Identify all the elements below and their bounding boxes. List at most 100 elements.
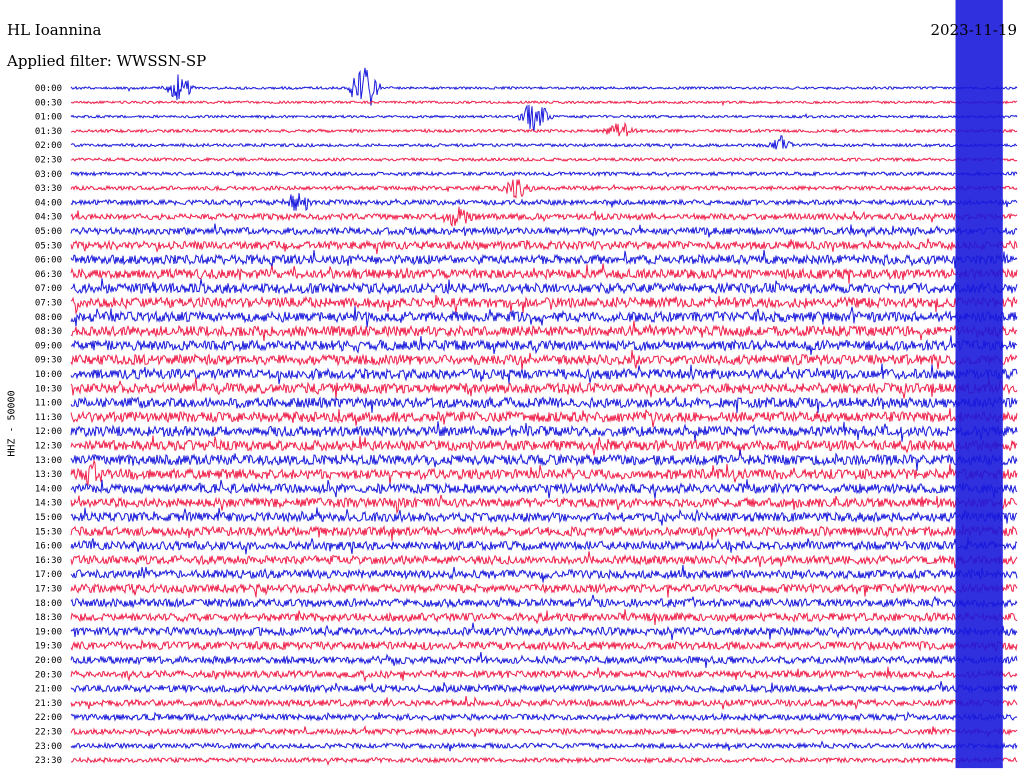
trace-row (70, 278, 1018, 295)
row-time-label: 20:00 (35, 656, 62, 666)
row-time-label: 19:00 (35, 627, 62, 637)
row-time-label: 03:00 (35, 170, 62, 180)
trace-row (70, 67, 1018, 106)
trace-row (70, 249, 1018, 269)
trace-row (70, 135, 1018, 150)
trace-row (70, 295, 1018, 315)
row-time-label: 08:00 (35, 313, 62, 323)
row-time-label: 10:00 (35, 370, 62, 380)
trace-row (70, 363, 1018, 385)
trace-row (70, 524, 1018, 541)
trace-row (70, 377, 1018, 400)
trace-row (70, 193, 1018, 211)
row-time-label: 22:30 (35, 728, 62, 738)
row-time-label: 17:00 (35, 570, 62, 580)
trace-row (70, 622, 1018, 641)
helicorder-page: 00:00 00:30 01:00 01:30 02:00 02:30 03:00 03:30… (0, 0, 1024, 780)
trace-row (70, 711, 1018, 722)
trace-row (70, 564, 1018, 583)
row-time-label: 06:00 (35, 256, 62, 266)
trace-row (70, 638, 1018, 652)
trace-row (70, 350, 1018, 371)
row-time-label: 18:30 (35, 613, 62, 623)
row-time-label: 18:00 (35, 599, 62, 609)
row-time-label: 00:30 (35, 98, 62, 108)
trace-row (70, 263, 1018, 284)
row-time-label: 05:00 (35, 227, 62, 237)
trace-row (70, 156, 1018, 163)
row-time-label: 14:00 (35, 484, 62, 494)
row-time-label: 23:30 (35, 756, 62, 766)
trace-row (70, 206, 1018, 227)
row-time-label: 19:30 (35, 642, 62, 652)
filter-label: Applied filter: WWSSN-SP (7, 52, 207, 70)
row-time-label: 04:30 (35, 213, 62, 223)
trace-row (70, 651, 1018, 668)
row-time-label: 07:00 (35, 284, 62, 294)
trace-row (70, 507, 1018, 526)
trace-row (70, 494, 1018, 515)
row-time-label: 13:30 (35, 470, 62, 480)
row-time-label: 17:30 (35, 585, 62, 595)
row-time-label: 15:00 (35, 513, 62, 523)
row-time-label: 02:30 (35, 156, 62, 166)
trace-row (71, 335, 1018, 356)
row-time-label: 09:00 (35, 341, 62, 351)
trace-row (70, 306, 1018, 328)
row-time-label: 23:00 (35, 742, 62, 752)
row-time-label: 20:30 (35, 670, 62, 680)
row-time-label: 03:30 (35, 184, 62, 194)
row-time-label: 11:30 (35, 413, 62, 423)
trace-row (70, 238, 1018, 255)
trace-row (70, 421, 1018, 442)
row-time-label: 09:30 (35, 356, 62, 366)
trace-row (70, 582, 1018, 598)
trace-row (70, 179, 1018, 199)
row-time-label: 10:30 (35, 384, 62, 394)
helicorder-plot: 00:00 00:30 01:00 01:30 02:00 02:30 03:00 03:30… (35, 0, 1018, 769)
trace-row (70, 104, 1018, 132)
row-time-label: 08:30 (35, 327, 62, 337)
row-time-label: 15:30 (35, 527, 62, 537)
row-time-label: 21:00 (35, 685, 62, 695)
row-time-label: 16:30 (35, 556, 62, 566)
row-time-label: 14:30 (35, 499, 62, 509)
station-title: HL Ioannina (7, 21, 102, 39)
trace-row (70, 320, 1018, 341)
trace-row (70, 435, 1018, 456)
trace-row (70, 681, 1018, 694)
row-time-label: 06:30 (35, 270, 62, 280)
trace-row (70, 756, 1018, 767)
trace-row (70, 551, 1018, 569)
trace-row (70, 609, 1018, 626)
trace-row (70, 121, 1018, 137)
trace-row (70, 724, 1018, 737)
trace-row (70, 537, 1018, 555)
trace-row (70, 99, 1018, 107)
row-time-label: 07:30 (35, 299, 62, 309)
row-time-label: 12:00 (35, 427, 62, 437)
row-time-label: 21:30 (35, 699, 62, 709)
trace-row (70, 740, 1018, 752)
row-time-label: 11:00 (35, 399, 62, 409)
saturated-signal (955, 0, 1003, 769)
trace-row (70, 479, 1018, 499)
row-time-label: 05:30 (35, 241, 62, 251)
trace-row (70, 449, 1018, 471)
row-time-label: 01:00 (35, 113, 62, 123)
trace-row (70, 459, 1018, 487)
row-time-label: 16:00 (35, 542, 62, 552)
row-time-label: 01:30 (35, 127, 62, 137)
row-time-label: 02:00 (35, 141, 62, 151)
row-time-label: 12:30 (35, 442, 62, 452)
date-label: 2023-11-19 (930, 21, 1017, 39)
trace-row (70, 395, 1018, 414)
row-time-label: 04:00 (35, 198, 62, 208)
row-time-label: 22:00 (35, 713, 62, 723)
channel-label: HHZ - 50000 (6, 390, 18, 457)
trace-row (70, 170, 1018, 178)
trace-row (70, 666, 1018, 683)
row-time-label: 13:00 (35, 456, 62, 466)
trace-row (70, 408, 1018, 428)
trace-row (70, 223, 1018, 238)
